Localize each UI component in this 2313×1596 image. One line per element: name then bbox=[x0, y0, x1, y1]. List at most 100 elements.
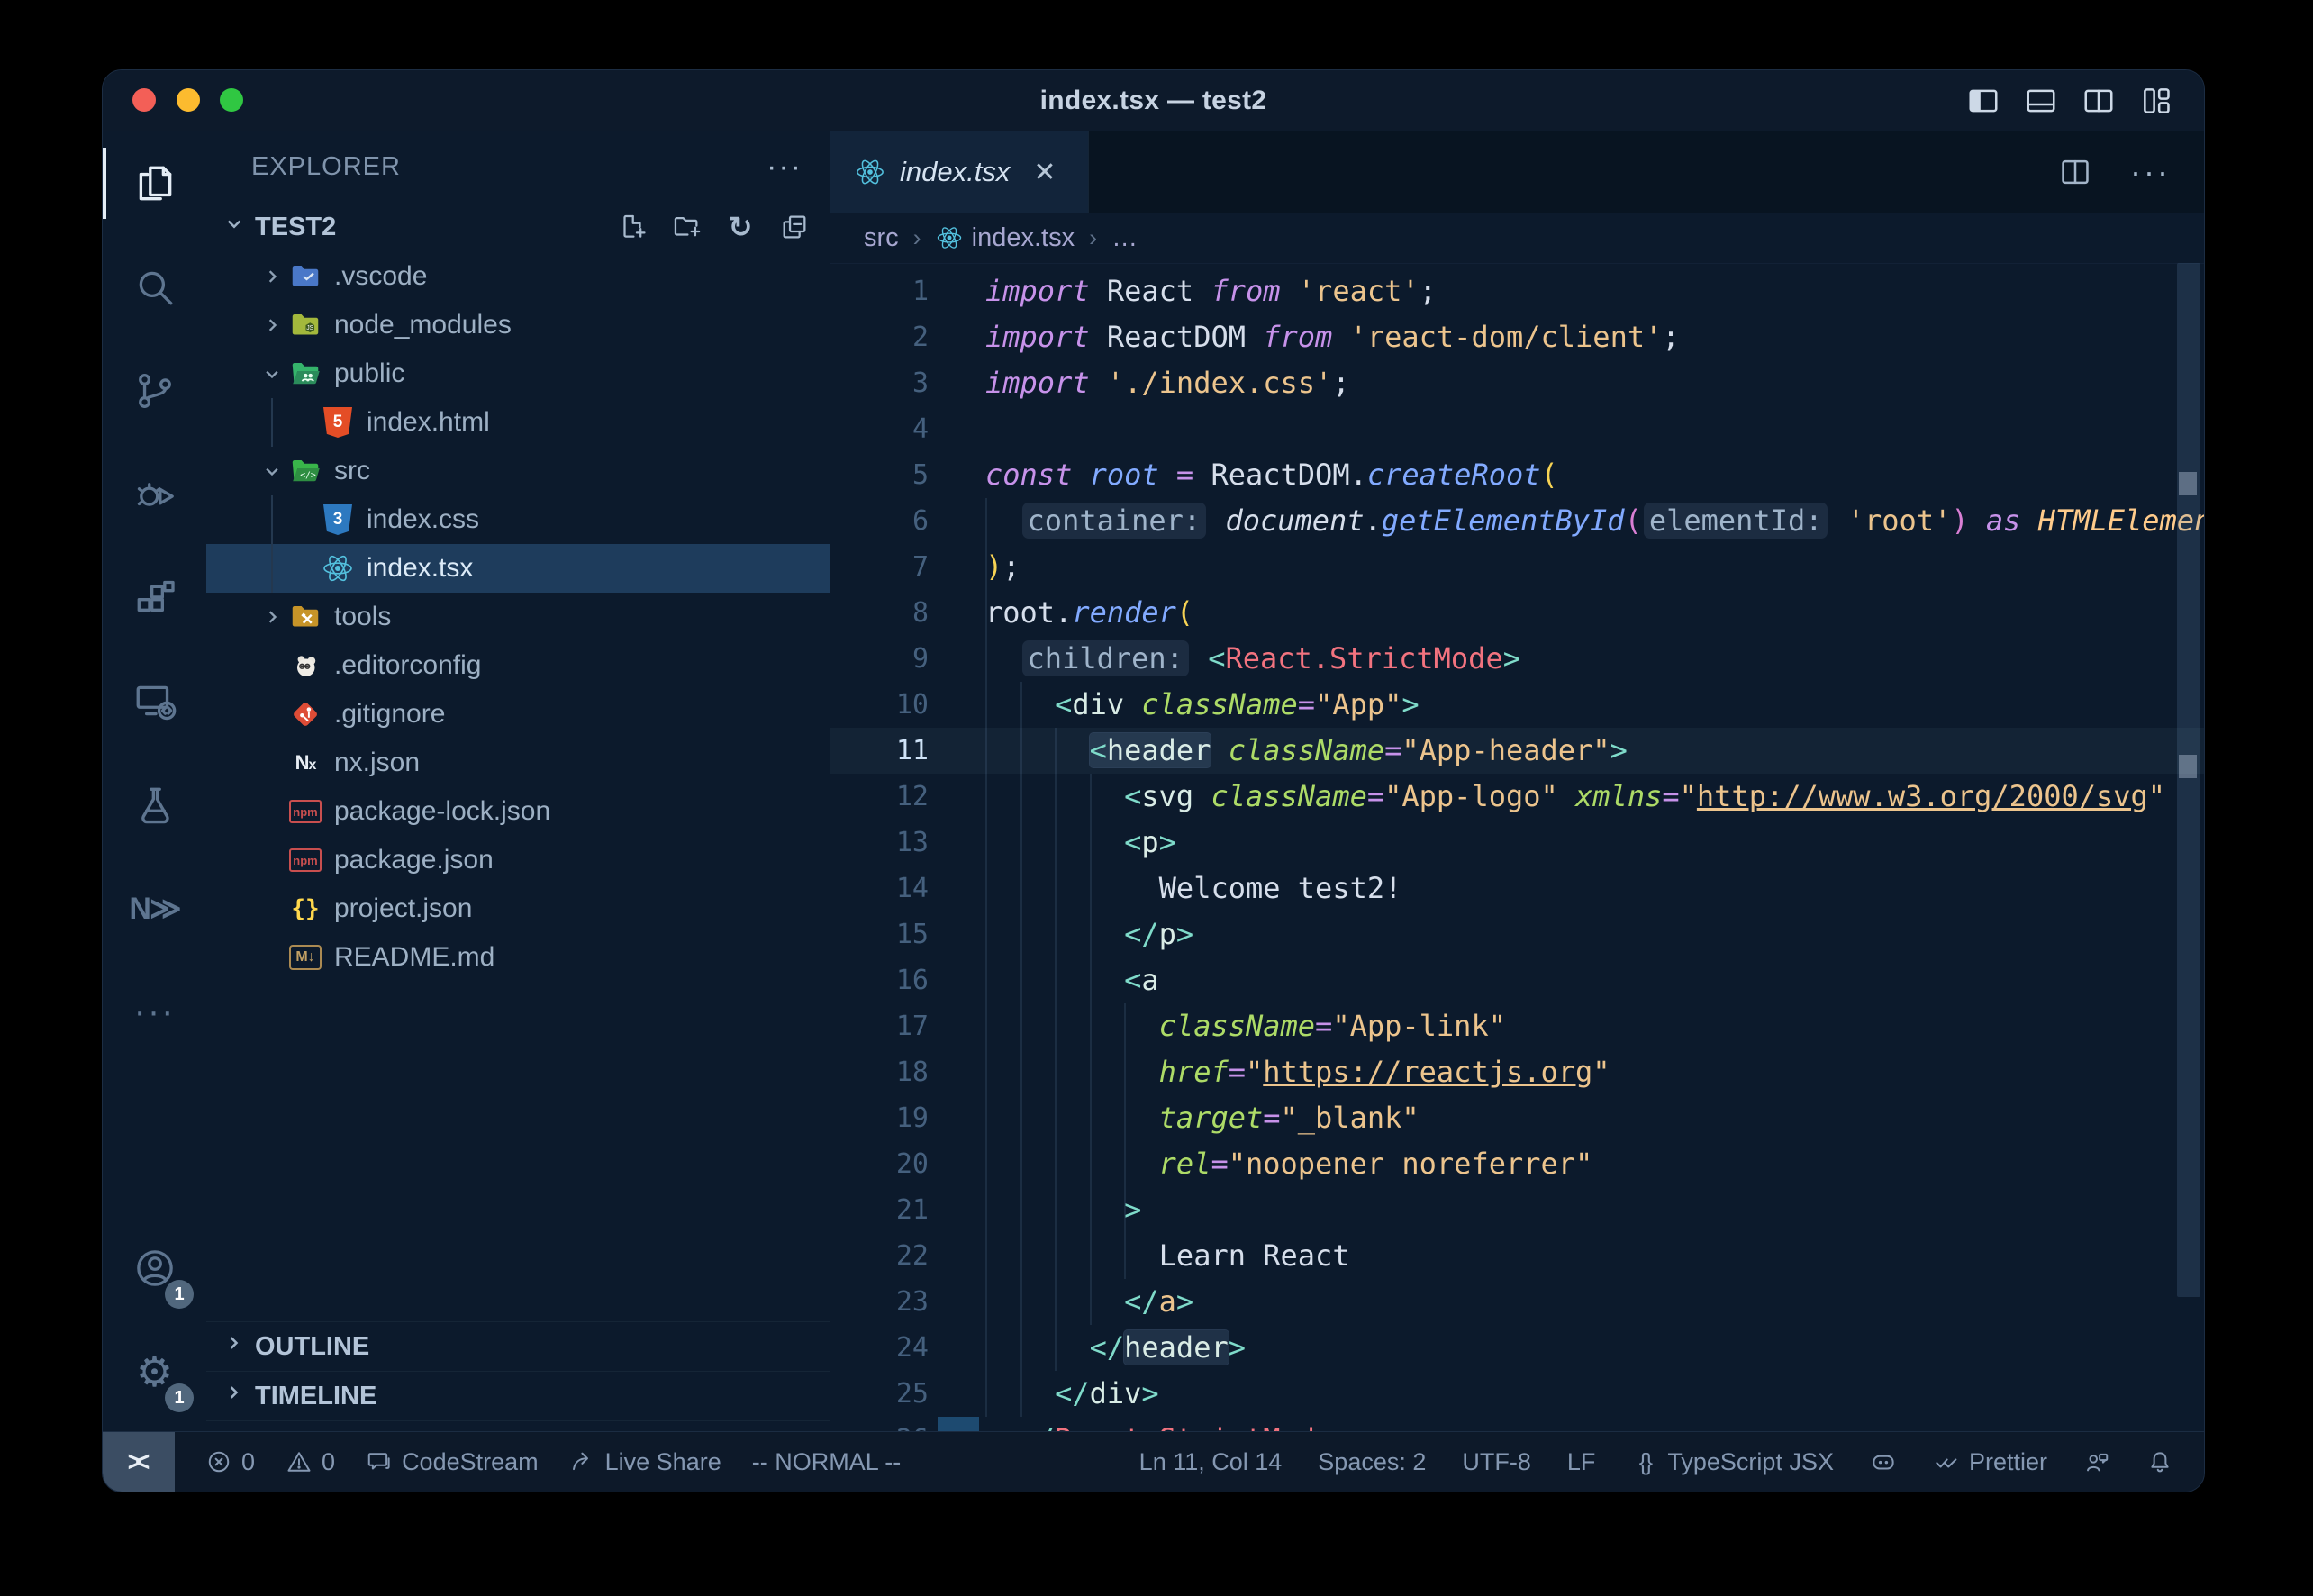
status-copilot[interactable] bbox=[1870, 1448, 1897, 1475]
toggle-panel-icon[interactable] bbox=[2024, 84, 2058, 118]
workspace-section-header[interactable]: TEST2 ↻ bbox=[206, 202, 830, 252]
token: Welcome test2! bbox=[1159, 871, 1402, 905]
activity-remote-explorer[interactable] bbox=[103, 649, 206, 753]
breadcrumb-item[interactable]: index.tsx bbox=[972, 223, 1075, 253]
token: createRoot bbox=[1367, 458, 1541, 492]
status-indentation[interactable]: Spaces: 2 bbox=[1318, 1448, 1426, 1476]
tree-item-project-json[interactable]: {}project.json bbox=[206, 884, 830, 933]
more-actions-icon[interactable]: ··· bbox=[2130, 155, 2164, 189]
status-live-share[interactable]: Live Share bbox=[569, 1448, 721, 1476]
code-area[interactable]: 1import React from 'react';2import React… bbox=[830, 263, 2204, 1432]
status-problems-warnings[interactable]: 0 bbox=[286, 1448, 335, 1476]
code-line-18: 18 href="https://reactjs.org" bbox=[830, 1049, 2204, 1095]
status-label: -- NORMAL -- bbox=[752, 1448, 901, 1476]
folder-node-icon: JS bbox=[289, 309, 322, 341]
tree-item-node-modules[interactable]: JSnode_modules bbox=[206, 301, 830, 349]
status-encoding[interactable]: UTF-8 bbox=[1462, 1448, 1531, 1476]
tree-item-nx-json[interactable]: Nxnx.json bbox=[206, 739, 830, 787]
token: 'react' bbox=[1298, 274, 1420, 308]
code-text: <a bbox=[985, 957, 1159, 1003]
refresh-icon[interactable]: ↻ bbox=[725, 212, 756, 242]
status-feedback[interactable] bbox=[2083, 1448, 2110, 1475]
tree-item--editorconfig[interactable]: .editorconfig bbox=[206, 641, 830, 690]
react-icon bbox=[322, 552, 354, 585]
code-text: > bbox=[985, 1187, 1141, 1233]
token: < bbox=[1090, 733, 1107, 767]
activity-accounts[interactable]: 1 bbox=[103, 1216, 206, 1319]
editor-scrollbar[interactable] bbox=[2177, 263, 2200, 1297]
status-label: LF bbox=[1567, 1448, 1596, 1476]
status-remote[interactable]: >< bbox=[103, 1432, 175, 1492]
status-language-mode[interactable]: {}TypeScript JSX bbox=[1631, 1448, 1834, 1476]
code-text: children: <React.StrictMode> bbox=[985, 636, 1520, 682]
token bbox=[1829, 503, 1846, 538]
token: ) bbox=[985, 549, 1002, 584]
tree-item-index-css[interactable]: 3index.css bbox=[206, 495, 830, 544]
tree-item-tools[interactable]: tools bbox=[206, 593, 830, 641]
tree-item--vscode[interactable]: .vscode bbox=[206, 252, 830, 301]
code-text: <div className="App"> bbox=[985, 682, 1420, 728]
token: . bbox=[1350, 458, 1367, 492]
new-file-icon[interactable] bbox=[617, 212, 648, 242]
folder-public-icon bbox=[289, 358, 322, 390]
tree-item-public[interactable]: public bbox=[206, 349, 830, 398]
activity-additional-views[interactable]: ··· bbox=[103, 960, 206, 1064]
panel-timeline[interactable]: TIMELINE bbox=[206, 1371, 830, 1421]
tree-item--gitignore[interactable]: .gitignore bbox=[206, 690, 830, 739]
tree-item-src[interactable]: </>src bbox=[206, 447, 830, 495]
activity-search[interactable] bbox=[103, 235, 206, 339]
token: "App-link" bbox=[1332, 1009, 1506, 1043]
code-line-1: 1import React from 'react'; bbox=[830, 268, 2204, 314]
tab-index-tsx[interactable]: index.tsx ✕ bbox=[830, 131, 1089, 213]
collapse-all-icon[interactable] bbox=[779, 212, 810, 242]
token: = bbox=[1263, 1101, 1280, 1135]
activity-explorer[interactable] bbox=[103, 131, 206, 235]
tree-item-index-tsx[interactable]: index.tsx bbox=[206, 544, 830, 593]
activity-run-debug[interactable] bbox=[103, 442, 206, 546]
toggle-primary-sidebar-icon[interactable] bbox=[1966, 84, 2000, 118]
token: className bbox=[1211, 779, 1366, 813]
warning-icon bbox=[286, 1448, 313, 1475]
status-eol[interactable]: LF bbox=[1567, 1448, 1596, 1476]
token: ; bbox=[1332, 366, 1349, 400]
activity-extensions[interactable] bbox=[103, 546, 206, 649]
code-line-24: 24 </header> bbox=[830, 1325, 2204, 1371]
breadcrumb-item[interactable]: src bbox=[864, 223, 899, 253]
status-cursor-position[interactable]: Ln 11, Col 14 bbox=[1139, 1448, 1283, 1476]
token: = bbox=[1367, 779, 1384, 813]
new-folder-icon[interactable] bbox=[671, 212, 702, 242]
nx-icon: Nx bbox=[289, 747, 322, 779]
status-notifications[interactable] bbox=[2146, 1448, 2173, 1475]
tree-item-package-lock-json[interactable]: npmpackage-lock.json bbox=[206, 787, 830, 836]
token bbox=[1208, 503, 1225, 538]
token: < bbox=[1055, 687, 1072, 721]
toggle-secondary-sidebar-icon[interactable] bbox=[2082, 84, 2116, 118]
close-tab-icon[interactable]: ✕ bbox=[1033, 157, 1056, 188]
status-label: Spaces: 2 bbox=[1318, 1448, 1426, 1476]
token: root bbox=[985, 595, 1055, 630]
tree-item-readme-md[interactable]: M↓README.md bbox=[206, 933, 830, 982]
split-editor-icon[interactable] bbox=[2058, 155, 2092, 189]
status-vim-mode[interactable]: -- NORMAL -- bbox=[752, 1448, 901, 1476]
token: svg bbox=[1141, 779, 1211, 813]
token: as bbox=[1986, 503, 2038, 538]
activity-nx-console[interactable]: N≫ bbox=[103, 857, 206, 960]
code-text: import React from 'react'; bbox=[985, 268, 1437, 314]
panel-label: TIMELINE bbox=[255, 1382, 376, 1411]
panel-outline[interactable]: OUTLINE bbox=[206, 1321, 830, 1371]
status-codestream[interactable]: CodeStream bbox=[366, 1448, 539, 1476]
breadcrumb-item[interactable]: … bbox=[1111, 223, 1138, 253]
token: ( bbox=[1541, 458, 1558, 492]
customize-layout-icon[interactable] bbox=[2139, 84, 2173, 118]
status-problems-errors[interactable]: 0 bbox=[205, 1448, 255, 1476]
status-prettier[interactable]: Prettier bbox=[1933, 1448, 2047, 1476]
activity-testing[interactable] bbox=[103, 753, 206, 857]
code-line-23: 23 </a> bbox=[830, 1279, 2204, 1325]
explorer-more-actions-icon[interactable]: ··· bbox=[766, 150, 803, 185]
tree-item-index-html[interactable]: 5index.html bbox=[206, 398, 830, 447]
activity-source-control[interactable] bbox=[103, 339, 206, 442]
status-label: CodeStream bbox=[402, 1448, 539, 1476]
token: "App-header" bbox=[1401, 733, 1610, 767]
tree-item-package-json[interactable]: npmpackage.json bbox=[206, 836, 830, 884]
activity-settings[interactable]: ⚙1 bbox=[103, 1319, 206, 1423]
